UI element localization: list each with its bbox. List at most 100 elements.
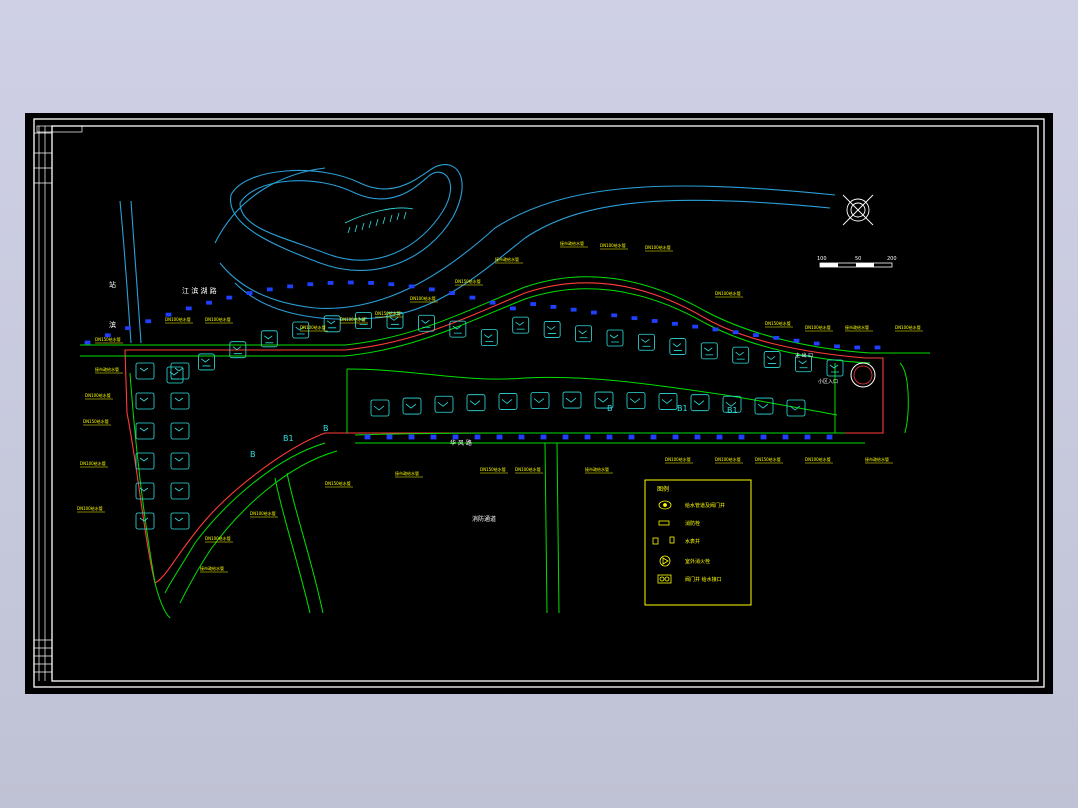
- pipe-annotation: DN100给水管: [340, 316, 366, 322]
- pipe-annotation: DN150给水管: [375, 310, 401, 316]
- building-footprint: [480, 329, 498, 346]
- south-area-label: 消防通道: [472, 515, 496, 523]
- meter-icon: [652, 536, 675, 545]
- legend-item-1: 给水管道及阀门井: [685, 502, 725, 509]
- building-footprint: [530, 392, 550, 409]
- building-tag: B: [250, 450, 256, 459]
- pipe-annotation: DN100给水管: [410, 295, 436, 301]
- pipe-fitting: [562, 434, 569, 440]
- pipe-fitting: [628, 434, 635, 440]
- building-footprint: [170, 392, 190, 410]
- valve-icon: [658, 520, 670, 526]
- pipe-fitting: [550, 304, 557, 309]
- pipe-fitting: [753, 333, 759, 337]
- legend-item-2: 消防栓: [685, 520, 700, 527]
- pipe-fitting: [672, 321, 678, 326]
- building-footprint: [690, 394, 710, 412]
- pipe-fitting: [430, 434, 437, 440]
- pipe-annotation: DN100给水管: [515, 466, 541, 472]
- pipe-fitting: [287, 284, 293, 289]
- pipe-annotation: DN150给水管: [83, 418, 109, 424]
- pipe-annotation: DN100给水管: [665, 456, 691, 462]
- pipe-fitting: [773, 335, 780, 340]
- pipe-fitting: [694, 434, 701, 440]
- pipe-annotation: DN100给水管: [205, 316, 231, 322]
- pipe-fitting: [206, 300, 212, 305]
- cad-viewport[interactable]: 100 50 200 DN150给水管 DN100给水管 DN100给水管 DN…: [25, 113, 1053, 694]
- pipe-annotation: DN100给水管: [80, 460, 106, 466]
- pipe-annotation: 接市政给水管: [560, 240, 584, 246]
- title-strip: [34, 125, 83, 681]
- pipe-fitting: [591, 310, 597, 315]
- pipe-fitting: [496, 434, 503, 440]
- pipe-fitting: [246, 291, 253, 296]
- pipe-fitting: [125, 326, 131, 331]
- pipe-fitting: [760, 434, 767, 440]
- pipe-annotation: 接市政给水管: [495, 256, 519, 262]
- building-footprint: [669, 338, 687, 355]
- pipe-fitting: [826, 434, 833, 440]
- pipe-fitting: [584, 434, 591, 440]
- lake-road-label: 江 滨 湖 路: [182, 286, 217, 295]
- building-footprint: [626, 392, 646, 409]
- building-footprint: [170, 452, 190, 470]
- pipe-fitting: [388, 282, 395, 287]
- pipe-annotation: DN100给水管: [715, 456, 741, 462]
- pipe-fitting: [732, 330, 739, 335]
- west-road-label-bottom: 滨: [109, 320, 116, 329]
- pipe-fitting: [165, 312, 172, 317]
- pipe-annotation: DN150给水管: [755, 456, 781, 462]
- west-road-label-top: 站: [109, 280, 116, 289]
- building-tag: B: [323, 424, 329, 433]
- building-footprint: [170, 482, 190, 500]
- pipe-fitting: [611, 313, 618, 318]
- pipe-fitting: [408, 434, 415, 440]
- pipe-fitting: [606, 434, 613, 440]
- scale-tick-1: 100: [817, 256, 827, 262]
- roundabout: [850, 362, 876, 388]
- pipe-fitting: [185, 306, 192, 311]
- building-footprint: [786, 399, 806, 417]
- building-footprint: [402, 397, 422, 415]
- pipe-annotation: DN100给水管: [300, 324, 326, 330]
- pipe-fitting: [854, 345, 861, 350]
- pipe-fitting: [650, 434, 657, 440]
- building-tag: B: [607, 404, 613, 413]
- pipe-fitting: [631, 316, 638, 321]
- pipe-fitting: [804, 434, 811, 440]
- building-footprint: [170, 422, 190, 440]
- pipe-fitting: [474, 434, 481, 440]
- pipe-fitting: [428, 287, 435, 292]
- pipe-annotation: DN100给水管: [895, 324, 921, 330]
- building-footprint: [575, 325, 592, 343]
- building-footprint: [638, 333, 655, 351]
- scale-bar: 100 50 200: [817, 256, 897, 268]
- building-footprint: [658, 393, 678, 410]
- pipe-fitting: [449, 291, 456, 296]
- scale-tick-3: 200: [887, 256, 897, 262]
- pipe-fitting: [489, 300, 496, 305]
- pipe-annotation: 接市政给水管: [845, 324, 869, 330]
- pipe-annotation: 接市政给水管: [585, 466, 609, 472]
- pipe-annotation: 接市政给水管: [200, 565, 224, 571]
- hydrant-icon: [659, 555, 671, 567]
- inner-frame: [51, 125, 1039, 682]
- pipe-fitting: [651, 319, 658, 323]
- building-footprint: [543, 321, 561, 338]
- pipe-fitting: [793, 338, 800, 343]
- legend-item-4: 室外消火栓: [685, 558, 710, 565]
- pipe-annotation: DN100给水管: [250, 510, 276, 516]
- building-tag: B1: [283, 434, 294, 443]
- pipe-annotation: DN100给水管: [600, 242, 626, 248]
- pipe-fitting: [266, 287, 273, 292]
- pipe-fitting: [540, 434, 547, 440]
- pipe-fitting: [364, 434, 371, 440]
- building-footprint: [512, 316, 530, 334]
- pipe-fitting: [226, 295, 233, 300]
- building-footprint: [170, 362, 190, 380]
- pipe-annotation: DN150给水管: [480, 466, 506, 472]
- main-road-label: 华 风 路: [450, 439, 472, 447]
- pipe-fitting: [408, 284, 415, 289]
- pipe-fitting: [782, 434, 789, 440]
- pipe-annotation: DN150给水管: [325, 480, 351, 486]
